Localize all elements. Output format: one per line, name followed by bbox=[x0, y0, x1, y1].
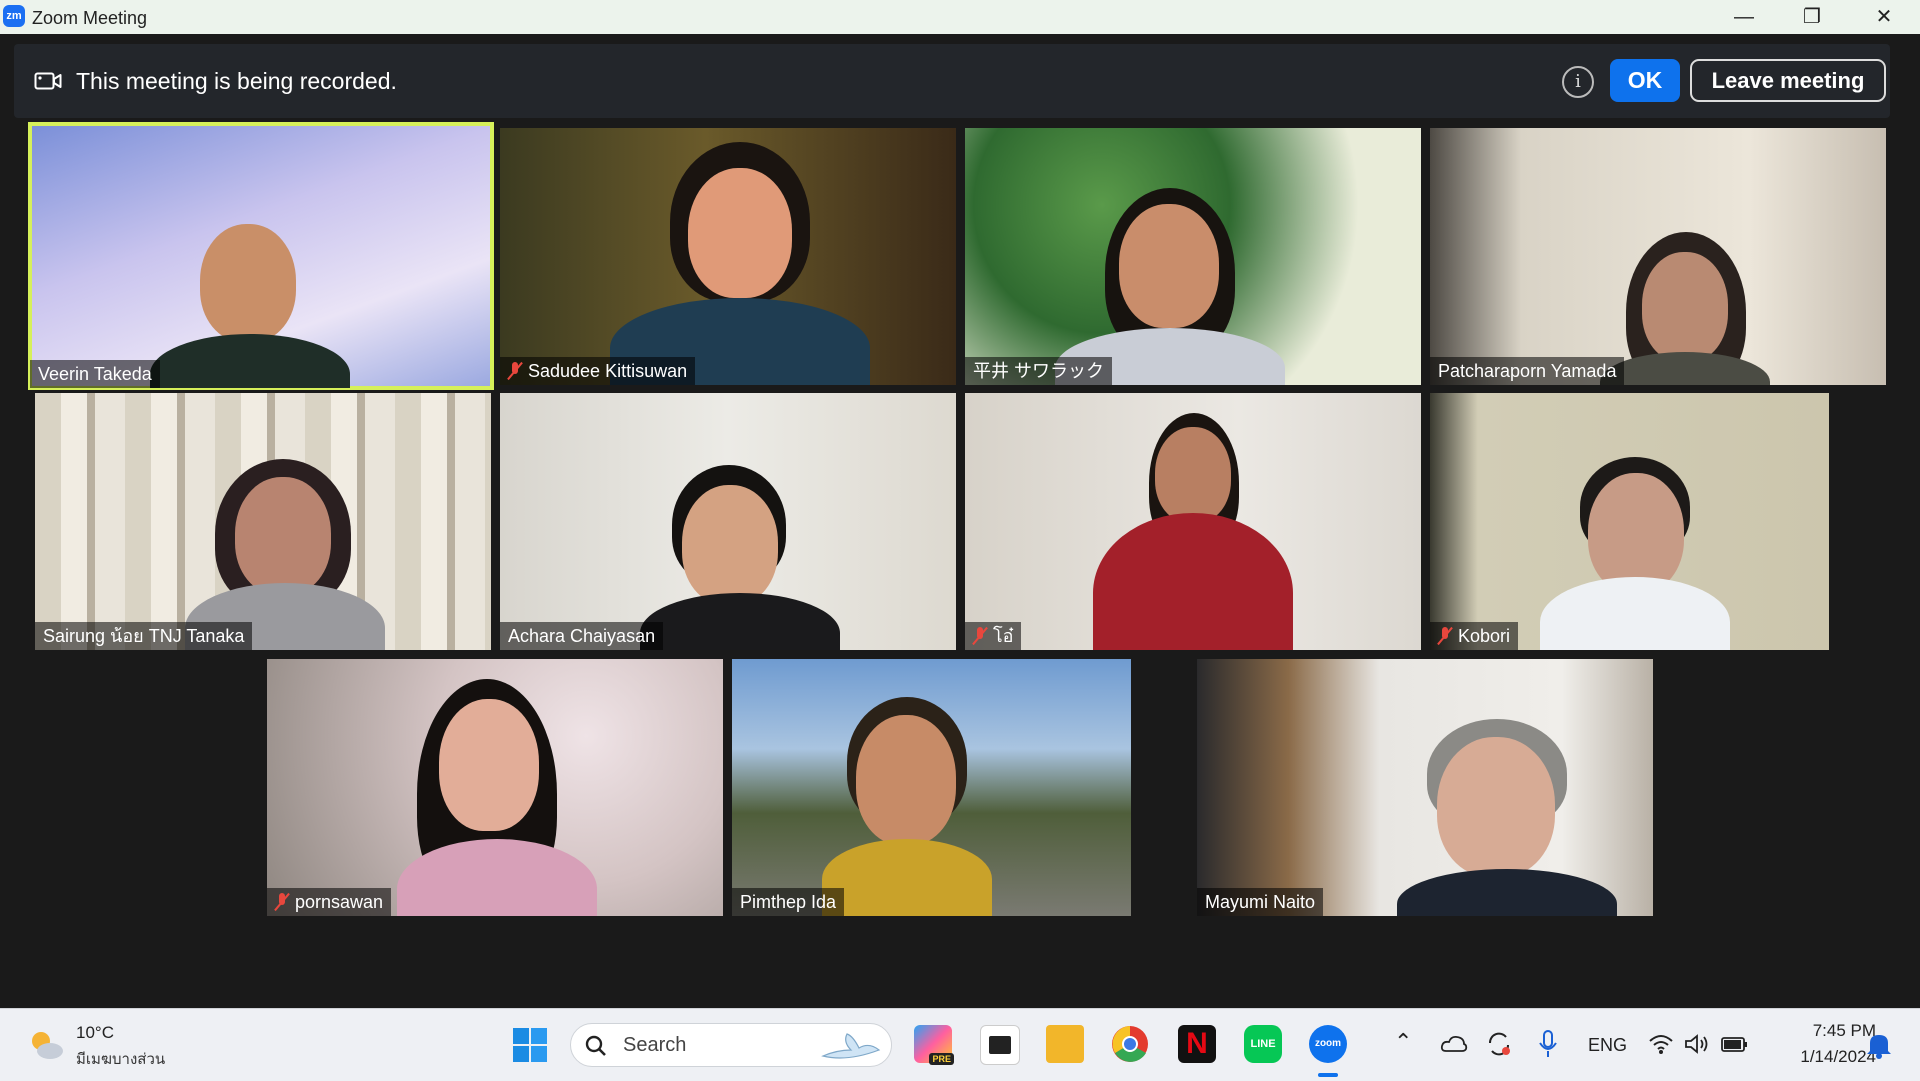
taskview-icon[interactable] bbox=[980, 1025, 1020, 1065]
video-camera-icon bbox=[34, 72, 62, 90]
search-icon bbox=[585, 1035, 606, 1056]
participant-video bbox=[200, 224, 296, 342]
participant-name: Mayumi Naito bbox=[1197, 888, 1324, 916]
participant-video bbox=[1588, 473, 1684, 593]
microphone-icon[interactable] bbox=[1538, 1029, 1558, 1059]
participant-body bbox=[1600, 352, 1770, 385]
volume-icon[interactable] bbox=[1684, 1033, 1710, 1055]
window-title: Zoom Meeting bbox=[32, 8, 148, 28]
swan-decoration-icon bbox=[821, 1033, 881, 1059]
language-indicator[interactable]: ENG bbox=[1588, 1035, 1627, 1056]
pre-badge: PRE bbox=[929, 1053, 954, 1065]
video-tile[interactable]: Kobori bbox=[1430, 393, 1829, 650]
cloud-icon[interactable] bbox=[1440, 1033, 1468, 1055]
participant-name: Veerin Takeda bbox=[30, 360, 160, 388]
search-placeholder: Search bbox=[623, 1034, 687, 1056]
taskbar-search[interactable]: Search bbox=[570, 1023, 892, 1067]
participant-name: โอ๋ bbox=[965, 622, 1022, 650]
video-tile[interactable]: Veerin Takeda bbox=[28, 122, 494, 390]
battery-icon[interactable] bbox=[1720, 1033, 1750, 1055]
participant-body bbox=[1093, 513, 1293, 650]
clock-date[interactable]: 1/14/2024 bbox=[1772, 1047, 1876, 1067]
participant-name: Sairung น้อย TNJ Tanaka bbox=[35, 622, 253, 650]
participant-body bbox=[1397, 869, 1617, 916]
weather-desc: มีเมฆบางส่วน bbox=[76, 1051, 166, 1068]
video-tile[interactable]: Pimthep Ida bbox=[732, 659, 1131, 916]
recording-banner: This meeting is being recorded. i OK Lea… bbox=[14, 44, 1890, 118]
weather-temp: 10°C bbox=[76, 1023, 114, 1042]
participant-video bbox=[1437, 737, 1555, 877]
leave-meeting-button[interactable]: Leave meeting bbox=[1690, 59, 1886, 102]
participant-video bbox=[439, 699, 539, 831]
participant-video bbox=[682, 485, 778, 605]
video-tile[interactable]: Patcharaporn Yamada bbox=[1430, 128, 1886, 385]
video-tile[interactable]: Achara Chaiyasan bbox=[500, 393, 956, 650]
file-explorer-icon[interactable] bbox=[1046, 1025, 1084, 1063]
video-tile[interactable]: pornsawan bbox=[267, 659, 723, 916]
chevron-up-icon[interactable]: ⌃ bbox=[1394, 1029, 1412, 1055]
info-icon[interactable]: i bbox=[1562, 66, 1594, 98]
participant-video bbox=[1155, 427, 1231, 523]
notification-bell-icon[interactable] bbox=[1866, 1031, 1892, 1059]
participant-body bbox=[1540, 577, 1730, 650]
participant-name: Achara Chaiyasan bbox=[500, 622, 664, 650]
participant-name: 平井 サワラック bbox=[965, 357, 1113, 385]
active-app-indicator bbox=[1318, 1073, 1338, 1077]
minimize-icon[interactable]: — bbox=[1716, 0, 1772, 34]
wifi-icon[interactable] bbox=[1648, 1033, 1674, 1055]
participant-name: Kobori bbox=[1430, 622, 1519, 650]
muted-mic-icon bbox=[1438, 627, 1452, 645]
participant-name: Pimthep Ida bbox=[732, 888, 845, 916]
zoom-app-icon[interactable]: zoom bbox=[1309, 1025, 1347, 1063]
windows-start-icon[interactable] bbox=[512, 1027, 548, 1063]
participant-body bbox=[640, 593, 840, 650]
participant-name: Sadudee Kittisuwan bbox=[500, 357, 696, 385]
video-tile[interactable]: 平井 サワラック bbox=[965, 128, 1421, 385]
restore-icon[interactable]: ❐ bbox=[1784, 0, 1840, 34]
weather-icon[interactable] bbox=[26, 1025, 66, 1065]
participant-video bbox=[856, 715, 956, 845]
video-tile[interactable]: Sairung น้อย TNJ Tanaka bbox=[35, 393, 491, 650]
participant-video bbox=[1119, 204, 1219, 328]
participant-video bbox=[1642, 252, 1728, 362]
netflix-icon[interactable]: N bbox=[1178, 1025, 1216, 1063]
clock-time[interactable]: 7:45 PM bbox=[1790, 1021, 1876, 1041]
video-tile[interactable]: Mayumi Naito bbox=[1197, 659, 1653, 916]
participant-name: Patcharaporn Yamada bbox=[1430, 357, 1625, 385]
close-icon[interactable]: ✕ bbox=[1856, 0, 1912, 34]
video-tile[interactable]: Sadudee Kittisuwan bbox=[500, 128, 956, 385]
copilot-icon[interactable]: PRE bbox=[914, 1025, 954, 1065]
muted-mic-icon bbox=[508, 362, 522, 380]
muted-mic-icon bbox=[973, 627, 987, 645]
participant-video bbox=[688, 168, 792, 298]
line-icon[interactable]: LINE bbox=[1244, 1025, 1282, 1063]
title-bar: zm Zoom Meeting — ❐ ✕ bbox=[0, 0, 1920, 34]
participant-body bbox=[150, 334, 350, 388]
participant-name: pornsawan bbox=[267, 888, 392, 916]
muted-mic-icon bbox=[275, 893, 289, 911]
recording-message: This meeting is being recorded. bbox=[76, 68, 397, 94]
zoom-logo-icon: zm bbox=[3, 5, 25, 27]
sync-icon[interactable] bbox=[1486, 1031, 1512, 1057]
video-tile[interactable]: โอ๋ bbox=[965, 393, 1421, 650]
participant-video bbox=[235, 477, 331, 595]
chrome-icon[interactable] bbox=[1111, 1025, 1149, 1063]
participant-body bbox=[822, 839, 992, 916]
ok-button[interactable]: OK bbox=[1610, 59, 1680, 102]
taskbar: 10°C มีเมฆบางส่วน Search PRE N LINE zoom… bbox=[0, 1008, 1920, 1081]
